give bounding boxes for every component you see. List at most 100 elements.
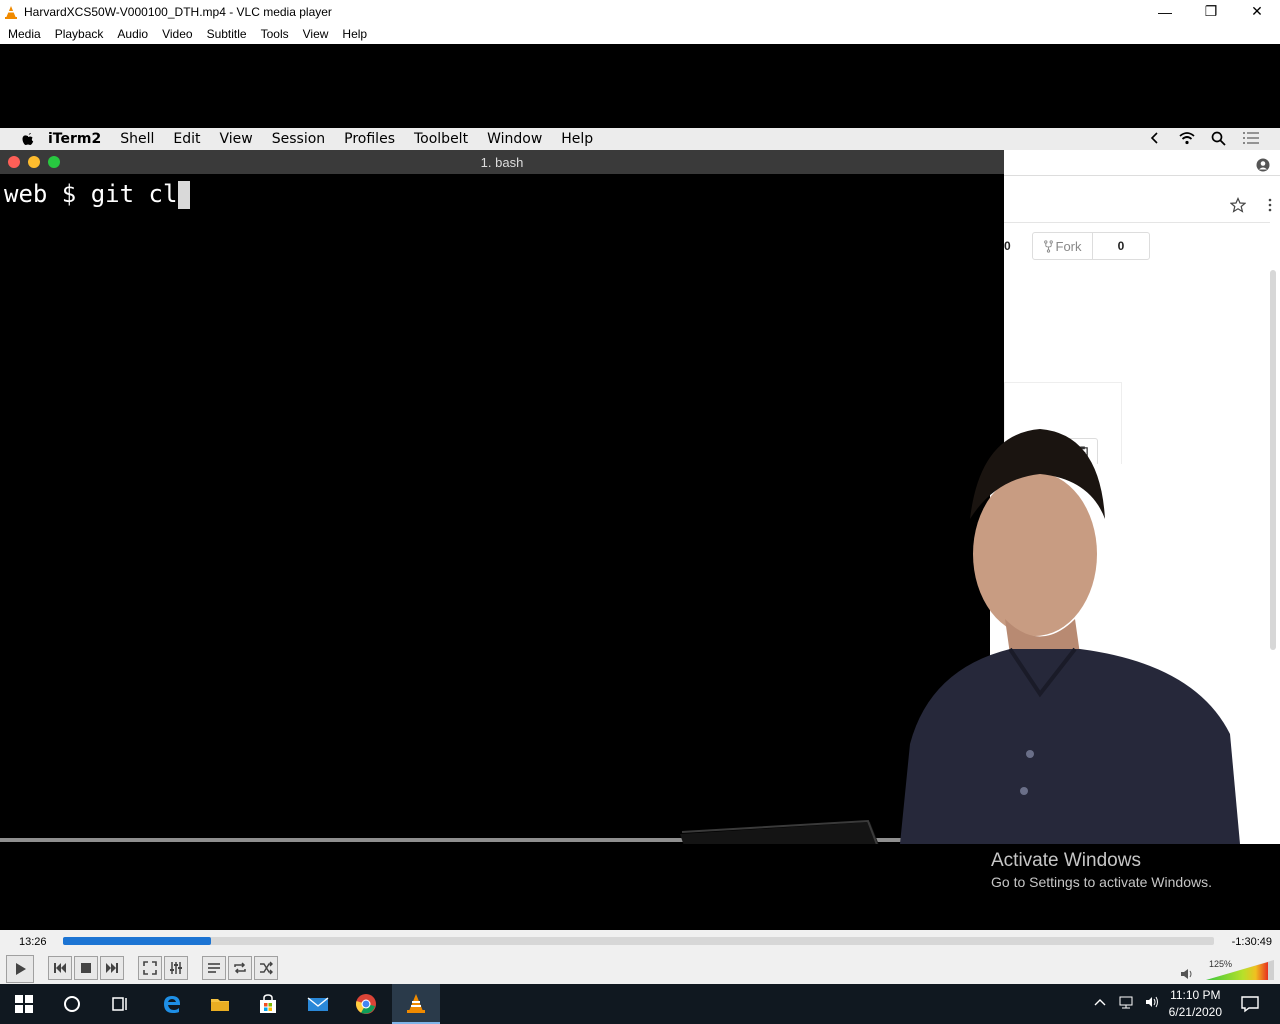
playlist-button[interactable]	[202, 956, 226, 980]
mac-menu-shell: Shell	[120, 131, 155, 147]
terminal-tab-title: 1. bash	[480, 154, 524, 170]
close-button[interactable]: ✕	[1234, 0, 1280, 23]
mac-menu-iterm2: iTerm2	[48, 131, 102, 147]
search-icon	[1211, 131, 1226, 146]
cortana-button[interactable]	[48, 984, 96, 1024]
more-vert-icon[interactable]	[1262, 197, 1278, 213]
volume-slider[interactable]	[1206, 960, 1274, 980]
window-title: HarvardXCS50W-V000100_DTH.mp4 - VLC medi…	[24, 4, 332, 19]
chrome-icon	[356, 994, 376, 1014]
time-elapsed: 13:26	[19, 936, 47, 948]
speaker-icon[interactable]	[1180, 967, 1194, 981]
network-icon[interactable]	[1118, 994, 1134, 1010]
browser-scrollbar[interactable]	[1270, 270, 1276, 650]
mac-menu-profiles: Profiles	[344, 131, 395, 147]
fork-count: 0	[1117, 239, 1125, 253]
restore-button[interactable]: ❐	[1188, 0, 1234, 23]
mac-menu-help: Help	[561, 131, 594, 147]
video-area[interactable]: iTerm2 Shell Edit View Session Profiles …	[0, 44, 1280, 930]
mac-menubar: iTerm2 Shell Edit View Session Profiles …	[0, 128, 1280, 150]
menu-view[interactable]: View	[296, 27, 336, 41]
menu-playback[interactable]: Playback	[48, 27, 111, 41]
mail-icon	[307, 997, 329, 1011]
action-center-icon[interactable]	[1240, 994, 1260, 1014]
edge-taskbar-button[interactable]	[148, 984, 196, 1024]
windows-logo-icon	[15, 995, 33, 1013]
vlc-cone-icon	[5, 5, 17, 19]
browser-tabbar	[1004, 150, 1280, 176]
star-icon[interactable]	[1230, 197, 1246, 213]
stop-icon	[81, 963, 91, 973]
task-view-icon	[112, 997, 127, 1011]
equalizer-icon	[170, 962, 182, 974]
mac-menu-toolbelt: Toolbelt	[413, 131, 469, 147]
menu-tools[interactable]: Tools	[254, 27, 296, 41]
shuffle-icon	[260, 961, 273, 975]
minimize-button[interactable]: —	[1142, 0, 1188, 23]
volume-icon[interactable]	[1144, 994, 1160, 1010]
chrome-button[interactable]	[342, 984, 390, 1024]
vlc-menubar: Media Playback Audio Video Subtitle Tool…	[0, 23, 1280, 44]
fullscreen-icon	[143, 961, 157, 975]
terminal-output: web $ git cl	[0, 174, 1004, 215]
mac-menu-view: View	[219, 131, 253, 147]
partial-count: 0	[1004, 239, 1011, 253]
activate-title: Activate Windows	[991, 850, 1141, 871]
store-bag-icon	[260, 994, 276, 1013]
vlc-cone-icon	[407, 994, 425, 1013]
apple-icon	[22, 133, 34, 145]
activate-subtitle: Go to Settings to activate Windows.	[991, 874, 1212, 890]
list-icon	[1243, 132, 1259, 144]
clock-time: 11:10 PM	[1170, 988, 1221, 1002]
menu-media[interactable]: Media	[1, 27, 48, 41]
menu-audio[interactable]: Audio	[110, 27, 155, 41]
cortana-circle-icon	[64, 996, 80, 1012]
wifi-icon	[1179, 132, 1195, 145]
system-tray	[1092, 994, 1160, 1010]
shuffle-button[interactable]	[254, 956, 278, 980]
play-button[interactable]	[6, 955, 34, 983]
clock-date: 6/21/2020	[1168, 1005, 1222, 1019]
menu-help[interactable]: Help	[335, 27, 374, 41]
playback-controls: 125%	[0, 954, 1280, 984]
presenter-figure	[680, 429, 1240, 844]
time-remaining[interactable]: -1:30:49	[1232, 936, 1272, 948]
fork-button[interactable]: Fork 0	[1032, 232, 1150, 260]
previous-button[interactable]	[48, 956, 72, 980]
loop-icon	[234, 962, 246, 974]
chevron-up-icon[interactable]	[1092, 994, 1108, 1010]
fullscreen-button[interactable]	[138, 956, 162, 980]
taskbar-clock[interactable]: 11:10 PM 6/21/2020	[1169, 987, 1222, 1021]
window-titlebar: HarvardXCS50W-V000100_DTH.mp4 - VLC medi…	[0, 0, 1280, 23]
mac-menu-edit: Edit	[173, 131, 201, 147]
task-view-button[interactable]	[96, 984, 144, 1024]
account-icon	[1256, 158, 1270, 172]
fork-icon	[1043, 239, 1053, 253]
seek-slider[interactable]	[63, 937, 1214, 945]
skip-previous-icon	[54, 963, 66, 973]
menu-subtitle[interactable]: Subtitle	[200, 27, 254, 41]
mail-button[interactable]	[294, 984, 342, 1024]
store-button[interactable]	[244, 984, 292, 1024]
stop-button[interactable]	[74, 956, 98, 980]
play-icon	[16, 963, 26, 975]
file-explorer-button[interactable]	[196, 984, 244, 1024]
vlc-taskbar-button[interactable]	[392, 984, 440, 1024]
start-button[interactable]	[0, 984, 48, 1024]
mac-menu-session: Session	[271, 131, 326, 147]
address-bar[interactable]	[1004, 187, 1272, 223]
text-cursor	[178, 181, 191, 209]
playlist-icon	[208, 963, 220, 973]
extended-settings-button[interactable]	[164, 956, 188, 980]
seek-bar-area: 13:26 -1:30:49	[0, 930, 1280, 954]
menu-video[interactable]: Video	[155, 27, 199, 41]
activate-windows-watermark: Activate Windows Go to Settings to activ…	[991, 850, 1280, 890]
loop-button[interactable]	[228, 956, 252, 980]
edge-icon	[164, 996, 180, 1013]
folder-icon	[211, 999, 229, 1011]
next-button[interactable]	[100, 956, 124, 980]
seek-progress	[63, 937, 212, 945]
skip-next-icon	[106, 963, 118, 973]
prompt-line: web $ git cl	[4, 180, 178, 208]
taskbar: 11:10 PM 6/21/2020	[0, 984, 1280, 1024]
